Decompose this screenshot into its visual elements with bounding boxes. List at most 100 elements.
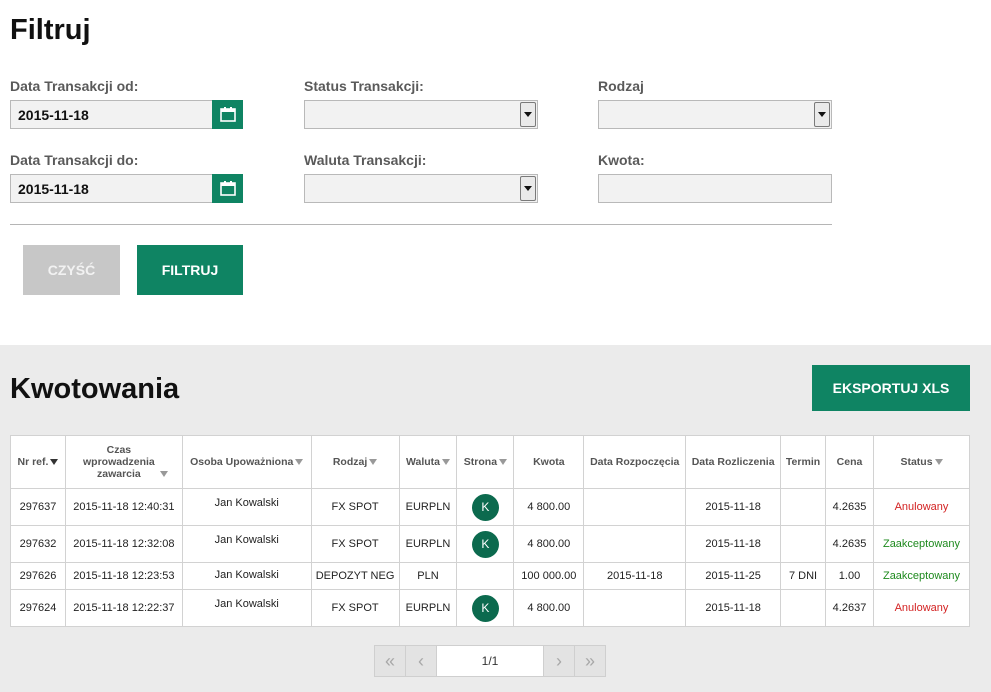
- column-header-person[interactable]: Osoba Upoważniona: [181, 435, 312, 489]
- column-header-label: Nr ref.: [17, 456, 49, 468]
- last-page-icon[interactable]: »: [574, 646, 605, 676]
- date-to-value: 2015-11-18: [18, 181, 89, 197]
- table-row[interactable]: 297632 2015-11-18 12:32:08 Jan Kowalski …: [10, 525, 971, 563]
- cell-ref: 297624: [10, 589, 66, 627]
- column-header-amount: Kwota: [513, 435, 585, 489]
- column-header-label: Rodzaj: [332, 456, 368, 468]
- caret-down-icon[interactable]: [520, 176, 536, 201]
- cell-settle-date: 2015-11-18: [685, 525, 782, 563]
- column-header-start-date: Data Rozpoczęcia: [583, 435, 687, 489]
- sort-down-icon: [499, 459, 508, 466]
- date-from-value: 2015-11-18: [18, 107, 89, 123]
- first-page-icon[interactable]: «: [375, 646, 406, 676]
- column-header-label: Status: [900, 456, 933, 468]
- quotes-section: Kwotowania EKSPORTUJ XLS Nr ref. Czas wp…: [0, 345, 991, 692]
- side-badge: K: [471, 530, 499, 558]
- column-header-type[interactable]: Rodzaj: [310, 435, 400, 489]
- cell-ref: 297626: [10, 562, 66, 590]
- cell-status: Zaakceptowany: [872, 562, 971, 590]
- person-name: Jan Kowalski: [214, 598, 279, 610]
- cell-ref: 297637: [10, 488, 66, 526]
- cell-type: FX SPOT: [310, 488, 400, 526]
- column-header-ref[interactable]: Nr ref.: [10, 435, 66, 489]
- cell-status: Zaakceptowany: [872, 525, 971, 563]
- column-header-time[interactable]: Czas wprowadzenia zawarcia: [64, 435, 183, 489]
- amount-input[interactable]: [598, 174, 832, 203]
- cell-price: 4.2637: [825, 589, 874, 627]
- sort-down-icon: [159, 471, 168, 478]
- type-select[interactable]: [598, 100, 832, 129]
- sort-down-icon: [369, 459, 378, 466]
- pagination: « ‹ 1/1 › »: [374, 645, 606, 677]
- sort-down-icon: [50, 459, 59, 466]
- quotes-title: Kwotowania: [10, 373, 180, 405]
- export-xls-button[interactable]: EKSPORTUJ XLS: [812, 365, 970, 411]
- prev-page-icon[interactable]: ‹: [406, 646, 437, 676]
- quotes-table: Nr ref. Czas wprowadzenia zawarcia Osoba…: [10, 435, 971, 627]
- cell-currency: EURPLN: [398, 488, 458, 526]
- filter-title: Filtruj: [10, 14, 91, 46]
- cell-side: K: [456, 488, 515, 526]
- cell-ref: 297632: [10, 525, 66, 563]
- status-select[interactable]: [304, 100, 538, 129]
- column-header-side[interactable]: Strona: [456, 435, 515, 489]
- column-header-term: Termin: [780, 435, 827, 489]
- date-to-field[interactable]: 2015-11-18: [10, 174, 243, 203]
- column-header-label: Czas wprowadzenia zawarcia: [82, 444, 155, 480]
- cell-start-date: [583, 589, 687, 627]
- cell-term: [780, 525, 827, 563]
- filter-button[interactable]: FILTRUJ: [137, 245, 243, 295]
- column-header-status[interactable]: Status: [872, 435, 971, 489]
- cell-side: [456, 562, 515, 590]
- cell-settle-date: 2015-11-18: [685, 488, 782, 526]
- clear-button[interactable]: CZYŚĆ: [23, 245, 120, 295]
- cell-type: FX SPOT: [310, 589, 400, 627]
- caret-down-icon[interactable]: [814, 102, 830, 127]
- date-from-label: Data Transakcji od:: [10, 78, 139, 94]
- cell-price: 4.2635: [825, 525, 874, 563]
- date-to-label: Data Transakcji do:: [10, 152, 139, 168]
- side-badge: K: [471, 594, 499, 622]
- table-row[interactable]: 297626 2015-11-18 12:23:53 Jan Kowalski …: [10, 562, 971, 590]
- table-row[interactable]: 297624 2015-11-18 12:22:37 Jan Kowalski …: [10, 589, 971, 627]
- sort-down-icon: [295, 459, 304, 466]
- column-header-label: Kwota: [533, 456, 565, 468]
- table-row[interactable]: 297637 2015-11-18 12:40:31 Jan Kowalski …: [10, 488, 971, 526]
- cell-time: 2015-11-18 12:32:08: [64, 525, 183, 563]
- page-indicator[interactable]: 1/1: [437, 646, 543, 676]
- calendar-icon[interactable]: [212, 174, 243, 203]
- column-header-currency[interactable]: Waluta: [398, 435, 458, 489]
- cell-time: 2015-11-18 12:22:37: [64, 589, 183, 627]
- cell-term: [780, 589, 827, 627]
- column-header-label: Cena: [836, 456, 863, 468]
- column-header-label: Data Rozliczenia: [691, 456, 775, 468]
- cell-person: Jan Kowalski: [181, 488, 312, 526]
- cell-start-date: [583, 525, 687, 563]
- cell-type: DEPOZYT NEG: [310, 562, 400, 590]
- column-header-label: Osoba Upoważniona: [190, 456, 294, 468]
- cell-person: Jan Kowalski: [181, 525, 312, 563]
- column-header-label: Data Rozpoczęcia: [590, 456, 680, 468]
- cell-term: [780, 488, 827, 526]
- cell-amount: 100 000.00: [513, 562, 585, 590]
- filter-divider: [10, 224, 832, 225]
- person-name: Jan Kowalski: [214, 569, 279, 581]
- cell-person: Jan Kowalski: [181, 589, 312, 627]
- sort-down-icon: [934, 459, 943, 466]
- caret-down-icon[interactable]: [520, 102, 536, 127]
- date-from-field[interactable]: 2015-11-18: [10, 100, 243, 129]
- cell-status: Anulowany: [872, 589, 971, 627]
- next-page-icon[interactable]: ›: [543, 646, 574, 676]
- status-label: Status Transakcji:: [304, 78, 424, 94]
- cell-type: FX SPOT: [310, 525, 400, 563]
- type-label: Rodzaj: [598, 78, 644, 94]
- person-name: Jan Kowalski: [214, 497, 279, 509]
- currency-select[interactable]: [304, 174, 538, 203]
- person-name: Jan Kowalski: [214, 534, 279, 546]
- calendar-icon[interactable]: [212, 100, 243, 129]
- cell-currency: EURPLN: [398, 589, 458, 627]
- currency-label: Waluta Transakcji:: [304, 152, 427, 168]
- sort-down-icon: [441, 459, 450, 466]
- cell-side: K: [456, 589, 515, 627]
- cell-start-date: [583, 488, 687, 526]
